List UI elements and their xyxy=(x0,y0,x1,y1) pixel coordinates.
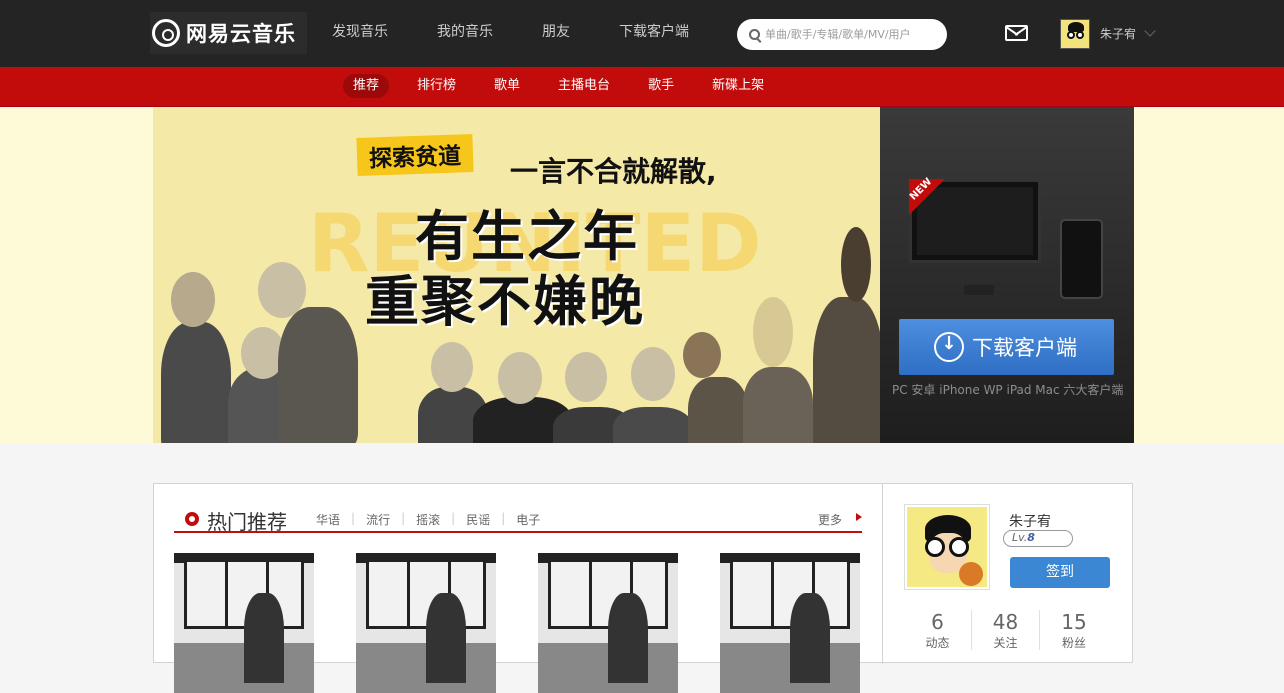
tab-divider: | xyxy=(451,511,456,525)
hot-recommend-section: 热门推荐 华语 | 流行 | 摇滚 | 民谣 | 电子 更多 xyxy=(154,484,883,693)
playlist-cover[interactable] xyxy=(356,553,496,693)
arrow-right-icon[interactable] xyxy=(856,513,862,521)
monitor-stand xyxy=(964,285,994,295)
avatar[interactable] xyxy=(1060,19,1090,49)
banner-person xyxy=(743,367,813,443)
search-box[interactable] xyxy=(737,19,947,50)
tab-electronic[interactable]: 电子 xyxy=(516,511,540,528)
main-content: 热门推荐 华语 | 流行 | 摇滚 | 民谣 | 电子 更多 朱子宥 Lv.8 … xyxy=(153,483,1134,693)
nav-download[interactable]: 下载客户端 xyxy=(601,0,707,67)
subnav-radio[interactable]: 主播电台 xyxy=(548,74,620,98)
banner-person-head xyxy=(258,262,306,318)
profile-stats: 6 动态 48 关注 15 粉丝 xyxy=(904,610,1108,650)
banner-person-head xyxy=(565,352,607,402)
download-caption: PC 安卓 iPhone WP iPad Mac 六大客户端 xyxy=(892,383,1124,397)
banner-person xyxy=(161,322,231,443)
level-badge: Lv.8 xyxy=(1003,530,1073,547)
tab-rock[interactable]: 摇滚 xyxy=(416,511,440,528)
banner-person-head xyxy=(631,347,675,401)
download-panel: NEW 下载客户端 PC 安卓 iPhone WP iPad Mac 六大客户端 xyxy=(880,107,1134,443)
stat-following[interactable]: 48 关注 xyxy=(972,610,1040,650)
mail-icon[interactable] xyxy=(1005,25,1028,41)
subnav-recommend[interactable]: 推荐 xyxy=(343,74,390,98)
banner-person xyxy=(813,297,880,443)
tab-divider: | xyxy=(401,511,406,525)
download-button-label: 下载客户端 xyxy=(972,336,1077,360)
stat-number: 48 xyxy=(992,610,1019,634)
profile-name[interactable]: 朱子宥 xyxy=(1009,511,1051,531)
stat-followers[interactable]: 15 粉丝 xyxy=(1040,610,1108,650)
genre-tabs: 华语 | 流行 | 摇滚 | 民谣 | 电子 xyxy=(316,511,540,528)
subnav-artists[interactable]: 歌手 xyxy=(638,74,684,98)
banner-person xyxy=(688,377,748,443)
tab-folk[interactable]: 民谣 xyxy=(466,511,490,528)
banner-subtitle: 一言不合就解散, xyxy=(510,155,717,188)
banner-person-head xyxy=(683,332,721,378)
section-header: 热门推荐 华语 | 流行 | 摇滚 | 民谣 | 电子 更多 xyxy=(174,504,862,535)
subnav-charts[interactable]: 排行榜 xyxy=(407,74,466,98)
download-client-button[interactable]: 下载客户端 xyxy=(899,319,1114,375)
target-circle-icon xyxy=(185,512,199,526)
banner-headline-2: 重聚不嫌晚 xyxy=(365,270,645,333)
search-icon xyxy=(749,29,760,40)
more-link[interactable]: 更多 xyxy=(818,511,842,528)
stat-label: 动态 xyxy=(925,636,950,650)
stat-number: 15 xyxy=(1061,610,1087,634)
banner-person-head xyxy=(841,227,871,302)
subnav-new-albums[interactable]: 新碟上架 xyxy=(702,74,774,98)
level-value: 8 xyxy=(1027,531,1035,544)
checkin-button[interactable]: 签到 xyxy=(1010,557,1110,588)
playlist-covers xyxy=(174,553,902,693)
tab-divider: | xyxy=(351,511,356,525)
tab-divider: | xyxy=(501,511,506,525)
search-input[interactable] xyxy=(765,28,945,41)
banner-image[interactable]: REUNITED 探索贫道 一言不合就解散, 有生之年 重聚不嫌晚 xyxy=(153,107,880,443)
tab-pop[interactable]: 流行 xyxy=(366,511,390,528)
section-title[interactable]: 热门推荐 xyxy=(207,506,287,535)
profile-avatar[interactable] xyxy=(904,504,990,590)
phone-image xyxy=(1060,219,1103,299)
more-label: 更多 xyxy=(817,513,842,527)
banner-person xyxy=(613,407,693,443)
chevron-down-icon[interactable] xyxy=(1144,25,1156,37)
playlist-cover[interactable] xyxy=(538,553,678,693)
subnav-playlists[interactable]: 歌单 xyxy=(484,74,530,98)
playlist-cover[interactable] xyxy=(720,553,860,693)
stat-label: 关注 xyxy=(993,636,1018,650)
nav-my-music[interactable]: 我的音乐 xyxy=(419,0,511,67)
user-profile-card: 朱子宥 Lv.8 签到 6 动态 48 关注 15 粉丝 xyxy=(884,484,1134,664)
banner-person-head xyxy=(753,297,793,367)
logo-text: 网易云音乐 xyxy=(186,22,296,46)
username[interactable]: 朱子宥 xyxy=(1100,25,1136,42)
tab-chinese[interactable]: 华语 xyxy=(316,511,340,528)
netease-music-logo-icon xyxy=(152,19,180,47)
banner-tag: 探索贫道 xyxy=(356,133,474,177)
top-nav: 发现音乐 我的音乐 朋友 下载客户端 xyxy=(314,0,720,67)
logo[interactable]: 网易云音乐 xyxy=(150,12,307,54)
banner: REUNITED 探索贫道 一言不合就解散, 有生之年 重聚不嫌晚 NEW ↓ … xyxy=(0,107,1284,443)
nav-discover[interactable]: 发现音乐 xyxy=(314,0,406,67)
stat-label: 粉丝 xyxy=(1061,636,1086,650)
nav-friends[interactable]: 朋友 xyxy=(524,0,588,67)
banner-person-head xyxy=(171,272,215,327)
playlist-cover[interactable] xyxy=(174,553,314,693)
download-icon xyxy=(934,332,964,362)
banner-person-head xyxy=(498,352,542,404)
top-bar: 网易云音乐 发现音乐 我的音乐 朋友 下载客户端 朱子宥 xyxy=(0,0,1284,67)
banner-person-head xyxy=(431,342,473,392)
level-prefix: Lv. xyxy=(1012,531,1028,544)
stat-events[interactable]: 6 动态 xyxy=(904,610,972,650)
banner-person xyxy=(278,307,358,443)
sub-nav: 推荐 排行榜 歌单 主播电台 歌手 新碟上架 xyxy=(0,67,1284,107)
stat-number: 6 xyxy=(931,610,944,634)
